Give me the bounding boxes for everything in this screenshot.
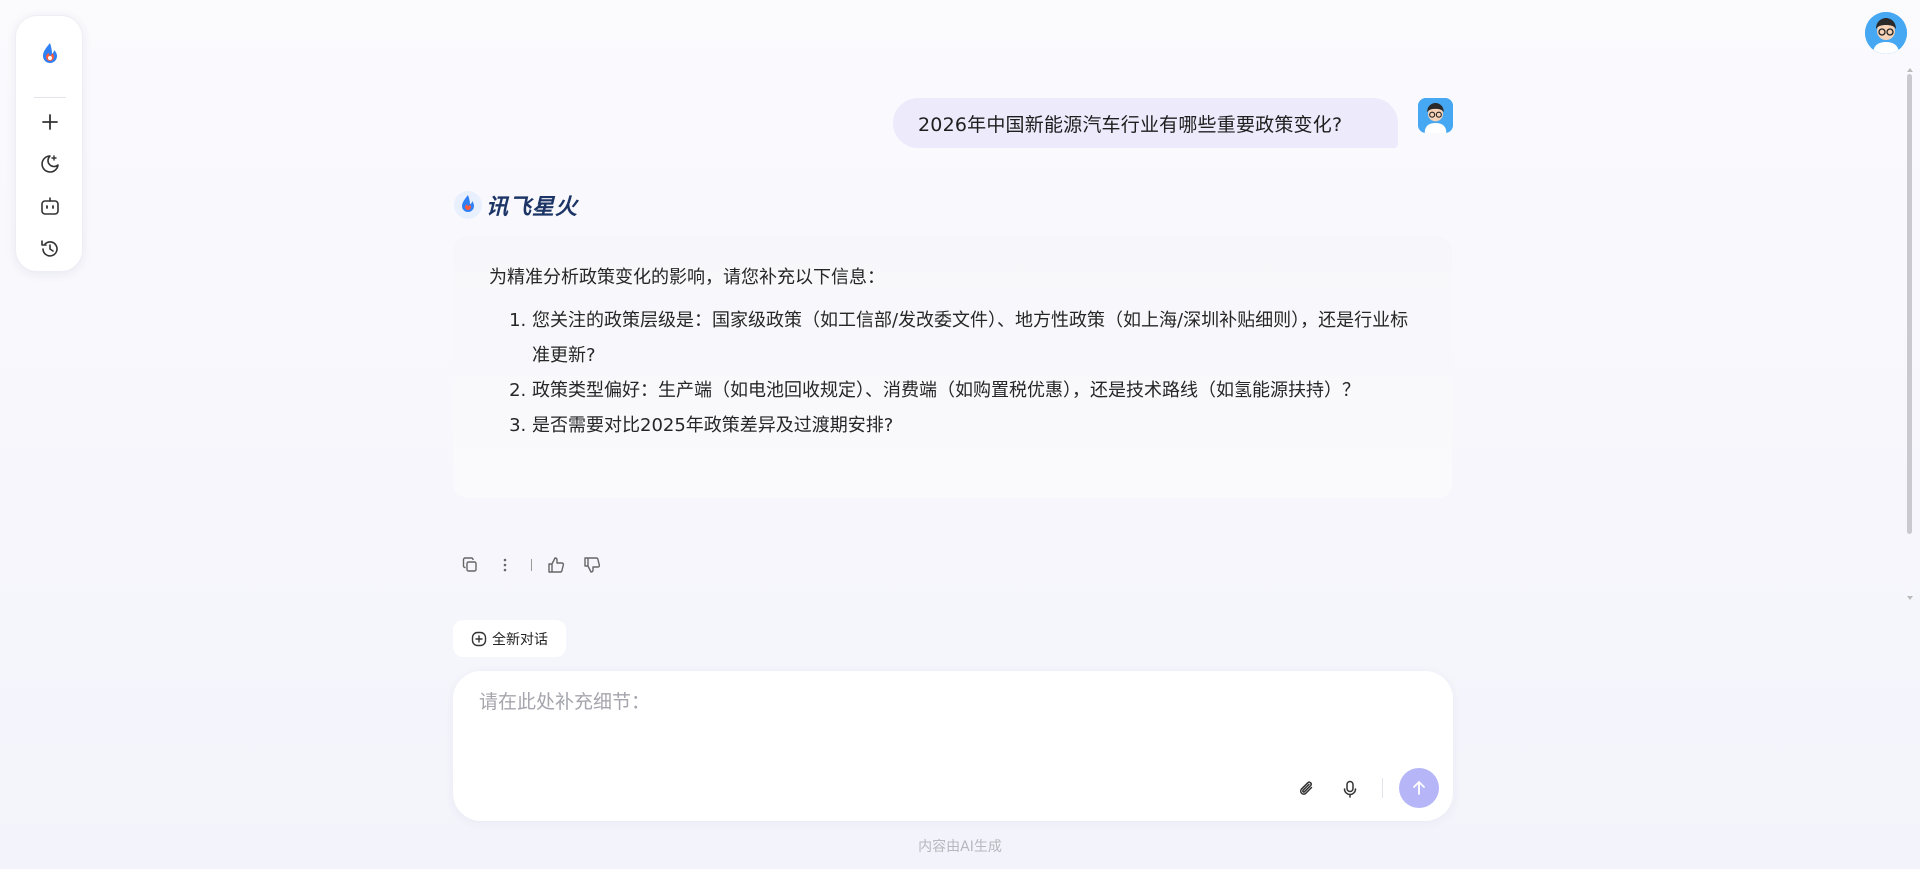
robot-icon bbox=[41, 197, 59, 215]
composer-divider bbox=[1382, 778, 1383, 798]
new-chat-button[interactable]: 全新对话 bbox=[453, 620, 566, 657]
send-button[interactable] bbox=[1399, 768, 1439, 808]
composer bbox=[453, 671, 1453, 821]
thumbs-up-icon bbox=[548, 557, 565, 573]
sidebar bbox=[15, 15, 83, 272]
assistant-answer: 为精准分析政策变化的影响，请您补充以下信息： 您关注的政策层级是：国家级政策（如… bbox=[453, 236, 1452, 498]
sidebar-item-agents[interactable] bbox=[33, 189, 67, 223]
scroll-down-icon[interactable] bbox=[1906, 594, 1914, 602]
copy-button[interactable] bbox=[458, 553, 482, 577]
answer-list: 您关注的政策层级是：国家级政策（如工信部/发改委文件）、地方性政策（如上海/深圳… bbox=[489, 303, 1416, 443]
list-item: 是否需要对比2025年政策差异及过渡期安排? bbox=[532, 408, 1416, 443]
list-item: 政策类型偏好：生产端（如电池回收规定）、消费端（如购置税优惠），还是技术路线（如… bbox=[532, 373, 1416, 408]
message-actions bbox=[458, 551, 604, 579]
paperclip-icon bbox=[1299, 781, 1313, 795]
list-item: 您关注的政策层级是：国家级政策（如工信部/发改委文件）、地方性政策（如上海/深圳… bbox=[532, 303, 1416, 373]
microphone-icon bbox=[1343, 780, 1357, 798]
assistant-brand: 讯飞星火 bbox=[453, 190, 578, 220]
arrow-up-icon bbox=[1413, 781, 1425, 795]
plus-circle-icon bbox=[471, 631, 487, 646]
avatar[interactable] bbox=[1865, 12, 1907, 54]
actions-divider bbox=[531, 559, 532, 571]
copy-icon bbox=[462, 557, 477, 572]
scrollbar-thumb[interactable] bbox=[1907, 74, 1912, 534]
message-input[interactable] bbox=[479, 687, 1379, 767]
plus-icon bbox=[42, 114, 58, 130]
answer-intro: 为精准分析政策变化的影响，请您补充以下信息： bbox=[489, 267, 885, 288]
thumbs-down-icon bbox=[584, 557, 601, 573]
sidebar-item-history[interactable] bbox=[33, 232, 67, 266]
attach-button[interactable] bbox=[1292, 774, 1322, 804]
sidebar-item-new[interactable] bbox=[33, 105, 67, 139]
more-icon bbox=[503, 558, 507, 572]
sidebar-item-discover[interactable] bbox=[33, 147, 67, 181]
more-button[interactable] bbox=[493, 553, 517, 577]
scroll-up-icon[interactable] bbox=[1906, 66, 1914, 74]
ai-disclaimer: 内容由AI生成 bbox=[918, 839, 1002, 855]
user-avatar bbox=[1418, 98, 1453, 133]
scrollbar[interactable] bbox=[1906, 66, 1914, 606]
history-icon bbox=[41, 240, 58, 257]
spark-flame-icon bbox=[454, 191, 482, 219]
spark-flame-icon[interactable] bbox=[37, 41, 63, 67]
user-message: 2026年中国新能源汽车行业有哪些重要政策变化? bbox=[893, 98, 1398, 148]
new-chat-label: 全新对话 bbox=[492, 631, 548, 648]
dislike-button[interactable] bbox=[580, 553, 604, 577]
voice-button[interactable] bbox=[1335, 774, 1365, 804]
sidebar-divider bbox=[34, 97, 66, 98]
user-message-text: 2026年中国新能源汽车行业有哪些重要政策变化? bbox=[918, 113, 1343, 136]
brand-name: 讯飞星火 bbox=[486, 195, 579, 220]
moon-sparkle-icon bbox=[41, 155, 59, 173]
like-button[interactable] bbox=[544, 553, 568, 577]
